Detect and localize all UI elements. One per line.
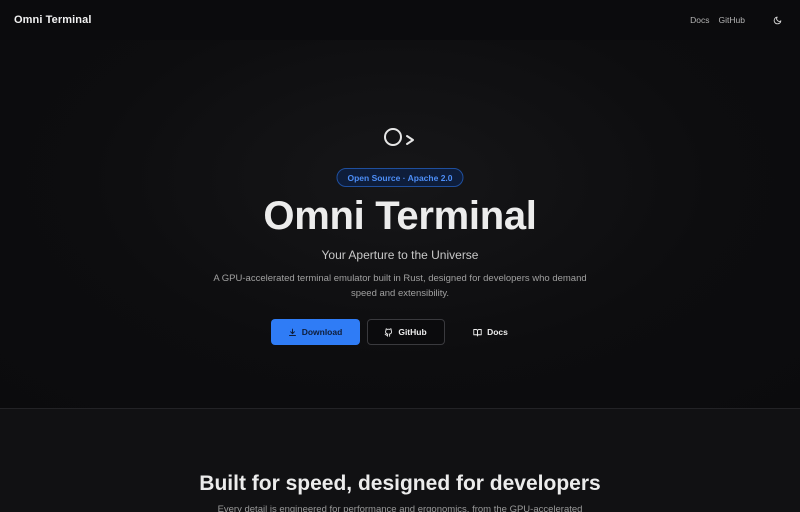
- top-navbar: Omni Terminal Docs GitHub: [0, 0, 800, 40]
- brand-name[interactable]: Omni Terminal: [14, 14, 92, 26]
- github-button[interactable]: GitHub: [366, 319, 445, 345]
- download-button-label: Download: [301, 327, 343, 337]
- docs-button[interactable]: Docs: [452, 319, 530, 345]
- page: Omni Terminal Docs GitHub Open Source · …: [0, 0, 800, 512]
- features-subtitle: Every detail is engineered for performan…: [217, 504, 583, 512]
- aperture-prompt-logo-icon: [384, 128, 414, 146]
- github-icon: [385, 327, 393, 337]
- nav-github-link[interactable]: GitHub: [719, 15, 745, 25]
- github-button-label: GitHub: [398, 327, 427, 337]
- download-button[interactable]: Download: [270, 319, 360, 345]
- theme-toggle-button[interactable]: [768, 11, 786, 29]
- nav-docs-link[interactable]: Docs: [690, 15, 709, 25]
- hero-tagline: Your Aperture to the Universe: [321, 248, 479, 262]
- nav-links: Docs GitHub: [690, 11, 786, 29]
- hero-section: Open Source · Apache 2.0 Omni Terminal Y…: [0, 40, 800, 408]
- download-icon: [288, 328, 296, 336]
- book-icon: [473, 328, 482, 336]
- hero-title: Omni Terminal: [263, 194, 537, 238]
- hero-actions: Download GitHub Docs: [0, 319, 800, 345]
- docs-button-label: Docs: [487, 327, 508, 337]
- moon-icon: [773, 16, 781, 24]
- features-section: Built for speed, designed for developers…: [0, 409, 800, 512]
- hero-description: A GPU-accelerated terminal emulator buil…: [213, 273, 587, 299]
- features-title: Built for speed, designed for developers: [199, 472, 601, 495]
- license-badge: Open Source · Apache 2.0: [336, 168, 464, 187]
